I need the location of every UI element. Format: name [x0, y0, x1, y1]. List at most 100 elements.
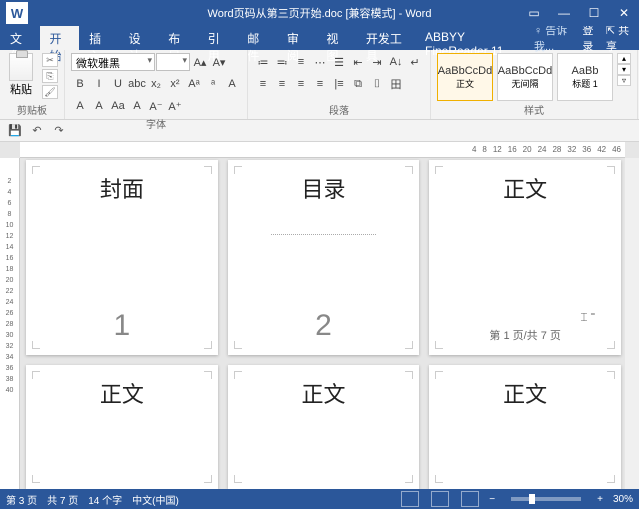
scrollbar-vertical[interactable]: [625, 158, 639, 489]
page-4[interactable]: 正文: [26, 365, 218, 489]
undo-icon[interactable]: ↶: [28, 122, 46, 140]
tab-file[interactable]: 文件: [0, 26, 40, 50]
page-thumbnails: 封面1目录2正文第 1 页/共 7 页⌶ ⁼正文正文正文: [26, 160, 621, 489]
page-heading: 正文: [301, 377, 345, 409]
cut-button[interactable]: ✂: [42, 53, 58, 67]
tab-review[interactable]: 审阅: [277, 26, 317, 50]
page-footer: 第 1 页/共 7 页: [489, 327, 561, 343]
restore-button[interactable]: ☐: [579, 0, 609, 26]
font-btn-2[interactable]: U: [109, 75, 127, 93]
font-btn-4[interactable]: x₂: [147, 75, 165, 93]
font-btn2-1[interactable]: A: [90, 97, 108, 115]
page-number: 2: [315, 309, 332, 343]
font-btn-7[interactable]: ᵃ: [204, 75, 222, 93]
zoom-in-button[interactable]: +: [597, 494, 603, 505]
group-paragraph: ≔≕≡⋯☰⇤⇥A↓↵ ≡≡≡≡|≡⧉⌷田 段落: [248, 50, 431, 119]
tab-references[interactable]: 引用: [198, 26, 238, 50]
font-btn-5[interactable]: x²: [166, 75, 184, 93]
font-btn-3[interactable]: abc: [128, 75, 146, 93]
ruler-horizontal[interactable]: 48121620242832364246: [20, 142, 625, 158]
para-btn-8[interactable]: ↵: [406, 53, 424, 71]
para-btn-5[interactable]: ⇤: [349, 53, 367, 71]
font-btn-8[interactable]: A: [223, 75, 241, 93]
group-label: 样式: [437, 101, 631, 119]
tab-layout[interactable]: 布局: [158, 26, 198, 50]
para-btn-4[interactable]: ☰: [330, 53, 348, 71]
page-1[interactable]: 封面 1: [26, 160, 218, 355]
group-font: 微软雅黑 A▴ A▾ BIUabcx₂x²AᵃᵃA AAAaAA⁻A⁺ 字体: [65, 50, 248, 119]
para-btn-0[interactable]: ≔: [254, 53, 272, 71]
tab-abbyy[interactable]: ABBYY FineReader 11: [415, 26, 534, 50]
status-page[interactable]: 第 3 页: [6, 492, 37, 507]
para-btn-3[interactable]: ⋯: [311, 53, 329, 71]
toc-placeholder: [271, 234, 376, 235]
font-btn2-5[interactable]: A⁺: [166, 97, 184, 115]
tab-mailings[interactable]: 邮件: [237, 26, 277, 50]
font-btn2-4[interactable]: A⁻: [147, 97, 165, 115]
group-styles: AaBbCcDd正文AaBbCcDd无间隔AaBb标题 1 ▴▾▿ 样式: [431, 50, 638, 119]
save-icon[interactable]: 💾: [6, 122, 24, 140]
ribbon-options-icon[interactable]: ▭: [519, 0, 549, 26]
format-painter-button[interactable]: 🖌: [42, 85, 58, 99]
word-icon: W: [6, 2, 28, 24]
close-button[interactable]: ✕: [609, 0, 639, 26]
grow-font-icon[interactable]: A▴: [191, 53, 209, 71]
zoom-level[interactable]: 30%: [613, 494, 633, 505]
zoom-slider[interactable]: [511, 497, 581, 501]
view-read-mode[interactable]: [401, 491, 419, 507]
tab-home[interactable]: 开始: [40, 26, 80, 50]
font-btn2-3[interactable]: A: [128, 97, 146, 115]
para-btn2-5[interactable]: ⧉: [349, 75, 367, 93]
status-words[interactable]: 14 个字: [88, 492, 122, 507]
para-btn-7[interactable]: A↓: [387, 53, 405, 71]
page-heading: 正文: [100, 377, 144, 409]
style-card-正文[interactable]: AaBbCcDd正文: [437, 53, 493, 101]
para-btn2-4[interactable]: |≡: [330, 75, 348, 93]
para-btn2-1[interactable]: ≡: [273, 75, 291, 93]
redo-icon[interactable]: ↷: [50, 122, 68, 140]
tab-design[interactable]: 设计: [119, 26, 159, 50]
status-total[interactable]: 共 7 页: [47, 492, 78, 507]
font-btn2-2[interactable]: Aa: [109, 97, 127, 115]
para-btn2-7[interactable]: 田: [387, 75, 405, 93]
para-btn-6[interactable]: ⇥: [368, 53, 386, 71]
style-card-标题 1[interactable]: AaBb标题 1: [557, 53, 613, 101]
group-clipboard: 粘贴 ✂ ⎘ 🖌 剪贴板: [0, 50, 65, 119]
page-2[interactable]: 目录2: [228, 160, 420, 355]
ruler-vertical[interactable]: 246810121416182022242628303234363840: [0, 158, 20, 489]
page-number: 1: [113, 309, 130, 343]
font-btn-1[interactable]: I: [90, 75, 108, 93]
copy-button[interactable]: ⎘: [42, 69, 58, 83]
font-btn-0[interactable]: B: [71, 75, 89, 93]
zoom-out-button[interactable]: −: [489, 494, 495, 505]
para-btn2-2[interactable]: ≡: [292, 75, 310, 93]
para-btn2-0[interactable]: ≡: [254, 75, 272, 93]
view-print-layout[interactable]: [431, 491, 449, 507]
shrink-font-icon[interactable]: A▾: [210, 53, 228, 71]
para-btn-1[interactable]: ≕: [273, 53, 291, 71]
page-heading: 封面: [100, 172, 144, 204]
para-btn-2[interactable]: ≡: [292, 53, 310, 71]
group-label: 字体: [71, 115, 241, 133]
ribbon-tabs: 文件 开始 插入 设计 布局 引用 邮件 审阅 视图 开发工具 ABBYY Fi…: [0, 26, 639, 50]
page-3[interactable]: 正文第 1 页/共 7 页⌶ ⁼: [429, 160, 621, 355]
minimize-button[interactable]: —: [549, 0, 579, 26]
view-web-layout[interactable]: [461, 491, 479, 507]
font-btn-6[interactable]: Aᵃ: [185, 75, 203, 93]
para-btn2-3[interactable]: ≡: [311, 75, 329, 93]
document-area: 48121620242832364246 2468101214161820222…: [0, 142, 639, 489]
tab-view[interactable]: 视图: [316, 26, 356, 50]
para-btn2-6[interactable]: ⌷: [368, 75, 386, 93]
status-lang[interactable]: 中文(中国): [132, 492, 179, 507]
page-6[interactable]: 正文: [429, 365, 621, 489]
style-gallery-nav[interactable]: ▴▾▿: [617, 53, 631, 86]
font-size-combo[interactable]: [156, 53, 190, 71]
group-label: 段落: [254, 101, 424, 119]
paste-button[interactable]: 粘贴: [6, 53, 36, 97]
font-name-combo[interactable]: 微软雅黑: [71, 53, 155, 71]
tab-developer[interactable]: 开发工具: [356, 26, 415, 50]
page-5[interactable]: 正文: [228, 365, 420, 489]
tab-insert[interactable]: 插入: [79, 26, 119, 50]
style-card-无间隔[interactable]: AaBbCcDd无间隔: [497, 53, 553, 101]
font-btn2-0[interactable]: A: [71, 97, 89, 115]
